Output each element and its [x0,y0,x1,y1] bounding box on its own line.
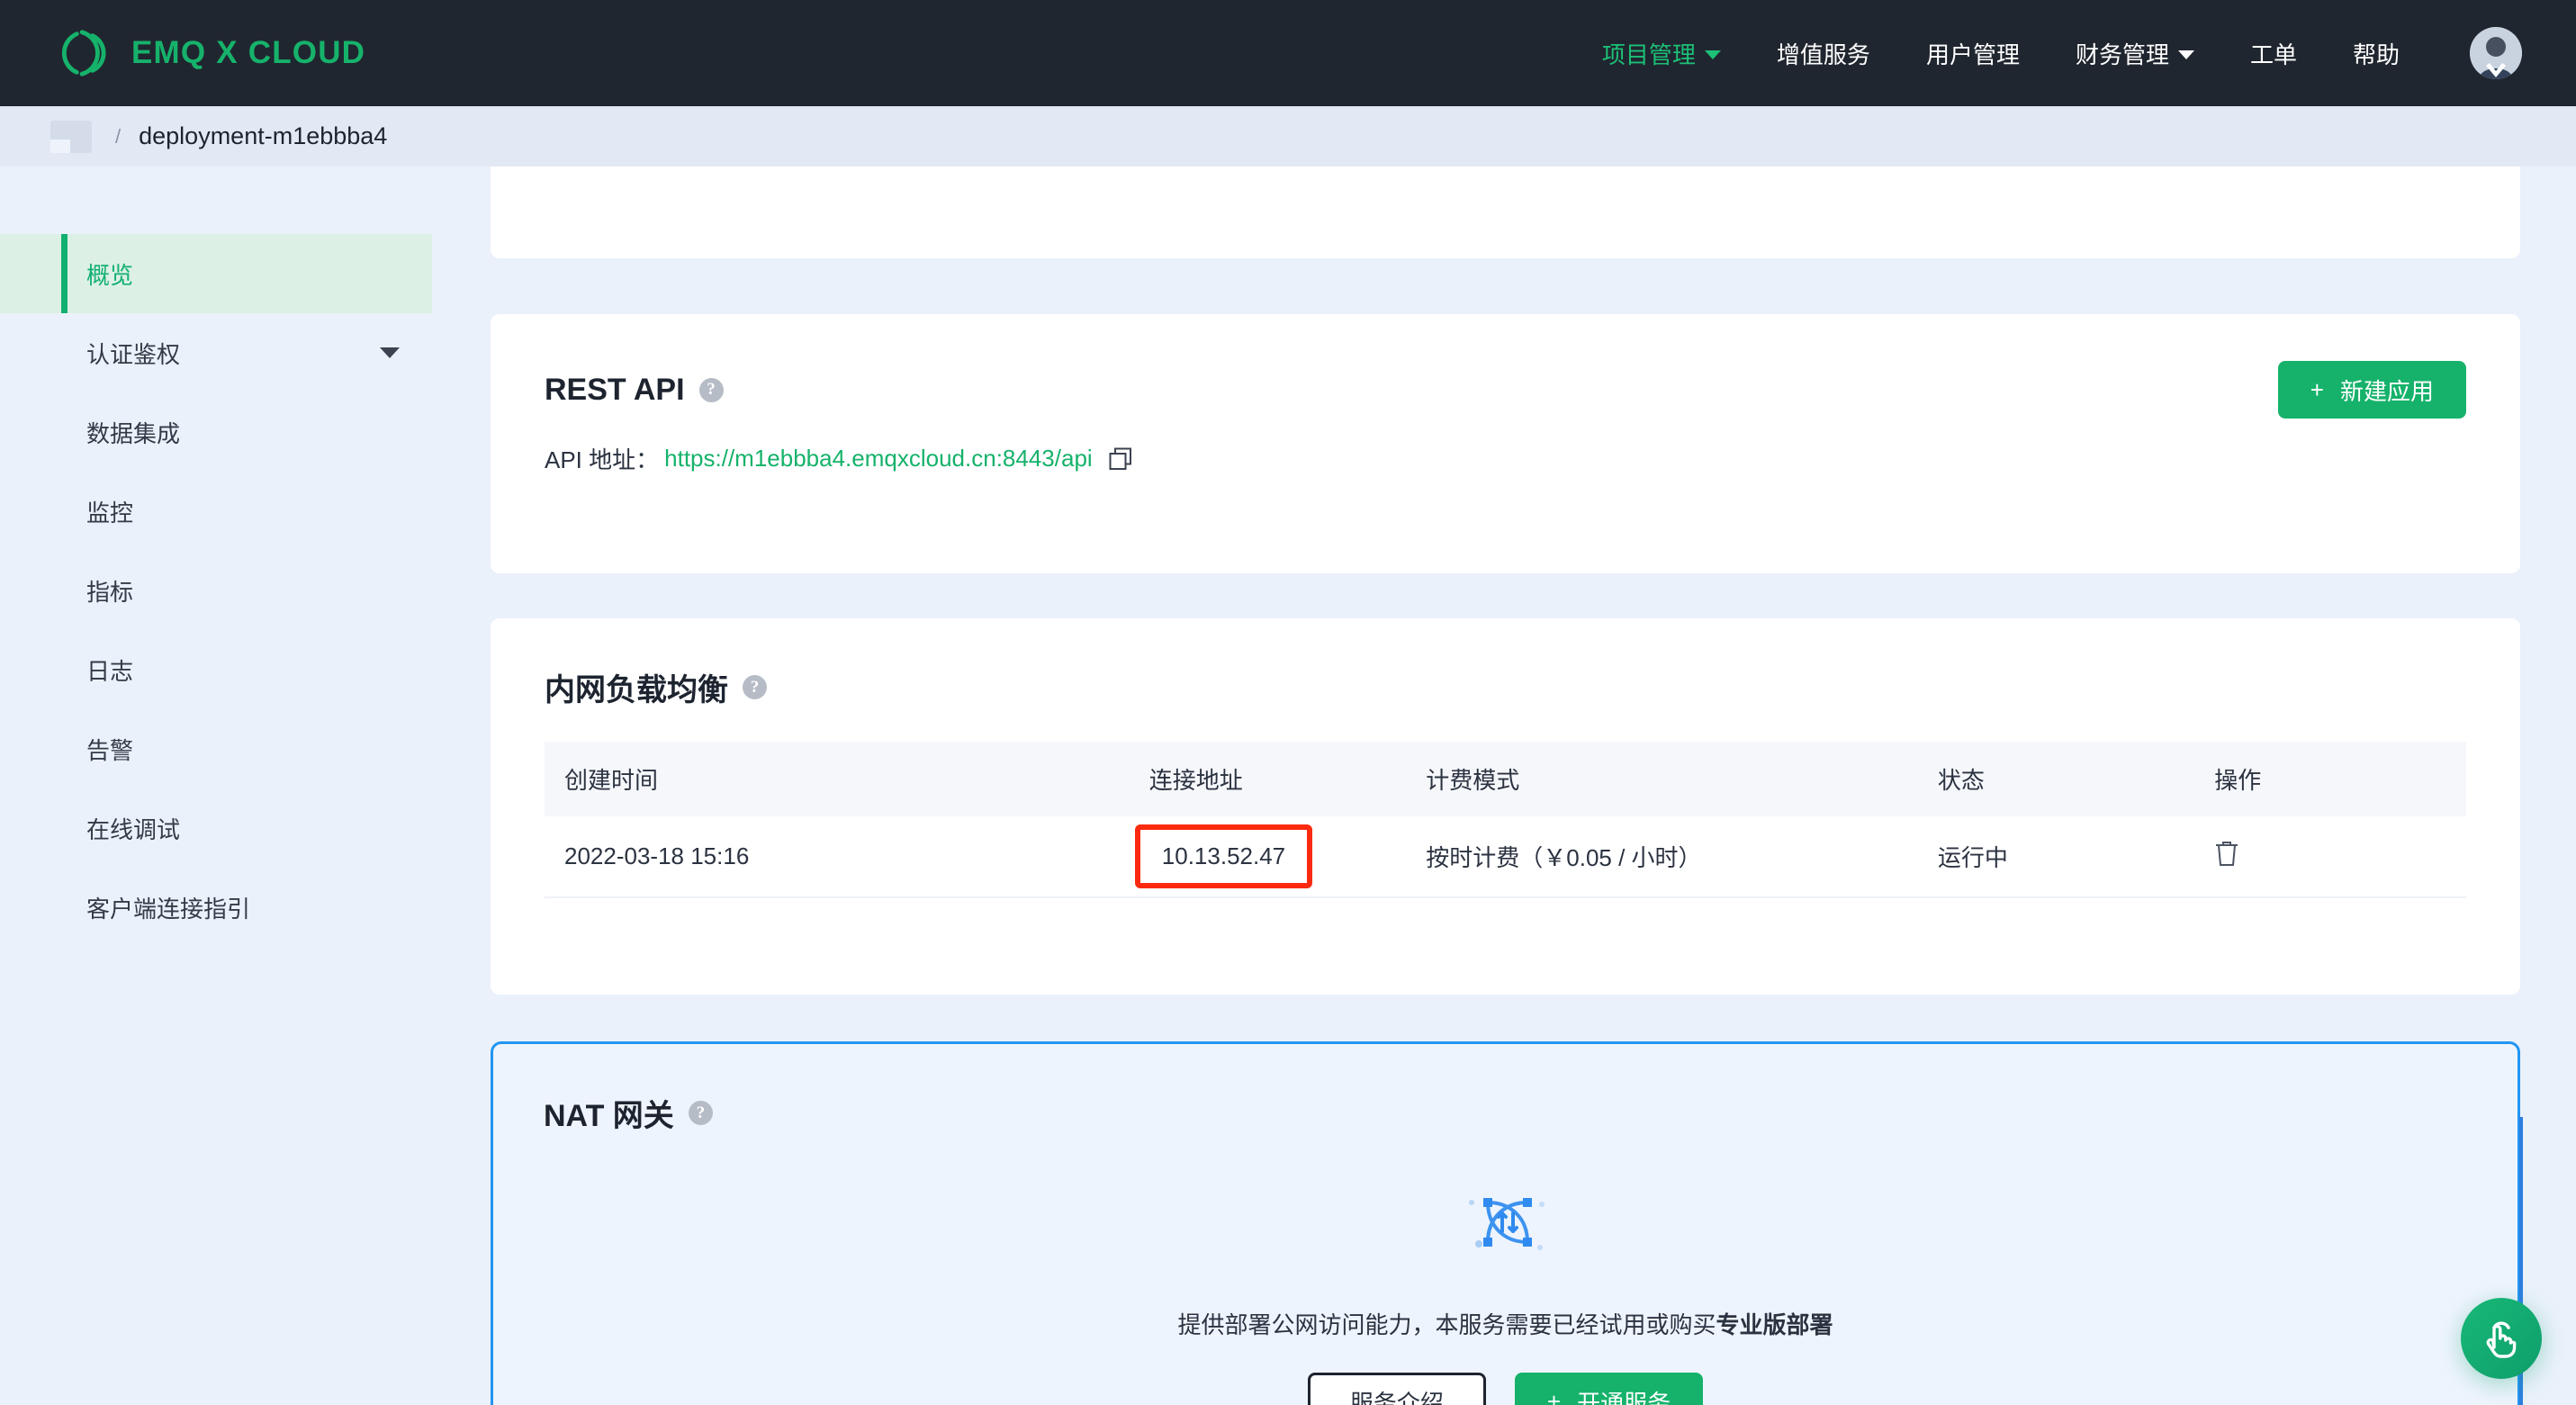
new-application-button[interactable]: + 新建应用 [2278,361,2466,419]
breadcrumb-current: deployment-m1ebbba4 [139,122,387,150]
address-highlight-box[interactable]: 10.13.52.47 [1135,824,1312,888]
sidebar-item-label: 监控 [86,495,133,528]
sidebar-item-label: 指标 [86,574,133,608]
load-balancer-table: 创建时间 连接地址 计费模式 状态 操作 2022-03-18 15:16 10… [545,742,2466,898]
section-title: NAT 网关 [544,1091,674,1135]
chevron-down-icon [380,347,400,358]
nav-item-value-added-services[interactable]: 增值服务 [1777,37,1870,70]
nat-gateway-actions: 服务介绍 + 开通服务 [1308,1373,1703,1405]
nat-network-icon [1457,1179,1554,1271]
enable-service-button[interactable]: + 开通服务 [1515,1373,1703,1405]
copy-icon-glyph [1109,447,1132,471]
sidebar: 概览 认证鉴权 数据集成 监控 指标 日志 告警 在线调试 客户端连接指引 [0,167,432,1405]
brand-name: EMQ X CLOUD [131,35,365,71]
nav-item-projects[interactable]: 项目管理 [1602,37,1721,70]
card-partial-above [491,167,2520,258]
nav-item-label: 用户管理 [1926,37,2020,70]
sidebar-item-label: 日志 [86,653,133,687]
table-header-row: 创建时间 连接地址 计费模式 状态 操作 [545,742,2466,816]
brand-logo-group[interactable]: EMQ X CLOUD [56,25,365,81]
nav-item-tickets[interactable]: 工单 [2250,37,2297,70]
top-navigation-bar: EMQ X CLOUD 项目管理 增值服务 用户管理 财务管理 工单 帮助 [0,0,2576,106]
nav-item-label: 工单 [2250,37,2297,70]
cell-created-at: 2022-03-18 15:16 [545,816,1130,897]
chevron-down-icon [1705,50,1721,59]
cell-actions [2194,816,2466,897]
new-application-label: 新建应用 [2340,374,2434,407]
enable-service-label: 开通服务 [1577,1385,1671,1405]
breadcrumb-separator: / [115,125,121,149]
sidebar-item-data-integration[interactable]: 数据集成 [0,392,432,472]
load-balancer-title-group: 内网负载均衡 ? [545,665,767,709]
service-intro-button[interactable]: 服务介绍 [1308,1373,1486,1405]
cell-status: 运行中 [1918,816,2194,897]
sidebar-item-alarms[interactable]: 告警 [0,709,432,788]
tap-hand-icon [2480,1317,2523,1360]
cell-billing: 按时计费（￥0.05 / 小时） [1406,816,1918,897]
sidebar-item-metrics[interactable]: 指标 [0,551,432,630]
sidebar-item-overview[interactable]: 概览 [0,234,432,313]
column-header-created-at: 创建时间 [545,742,1130,816]
nat-description-emphasis: 专业版部署 [1716,1311,1833,1338]
floating-guide-button[interactable] [2461,1298,2542,1379]
section-title: 内网负载均衡 [545,665,728,709]
column-header-billing: 计费模式 [1406,742,1918,816]
api-address-row: API 地址： https://m1ebbba4.emqxcloud.cn:84… [545,442,1132,475]
page-title: REST API [545,373,685,408]
main-content: REST API ? + 新建应用 API 地址： https://m1ebbb… [432,167,2576,1405]
nat-gateway-description: 提供部署公网访问能力，本服务需要已经试用或购买专业版部署 [1177,1307,1833,1340]
nat-gateway-card: NAT 网关 ? 提供部署公网访问能力，本服务需要已经 [491,1041,2520,1405]
sidebar-item-online-debug[interactable]: 在线调试 [0,788,432,868]
nav-item-label: 增值服务 [1777,37,1870,70]
api-address-label: API 地址： [545,442,659,475]
rest-api-header: REST API ? + 新建应用 [545,361,2466,419]
sidebar-item-label: 在线调试 [86,812,180,845]
sidebar-item-monitoring[interactable]: 监控 [0,472,432,551]
plus-icon: + [1547,1388,1561,1405]
sidebar-item-client-connect-guide[interactable]: 客户端连接指引 [0,868,432,947]
nat-gateway-title-group: NAT 网关 ? [544,1091,713,1135]
user-avatar-icon [2470,27,2522,79]
table-row: 2022-03-18 15:16 10.13.52.47 按时计费（￥0.05 … [545,816,2466,897]
breadcrumb-placeholder-icon [50,121,92,153]
nat-description-text: 提供部署公网访问能力，本服务需要已经试用或购买 [1177,1311,1716,1338]
nav-item-help[interactable]: 帮助 [2353,37,2400,70]
nav-item-user-management[interactable]: 用户管理 [1926,37,2020,70]
help-circle-icon[interactable]: ? [699,378,724,402]
sidebar-item-label: 客户端连接指引 [86,891,250,924]
help-circle-icon[interactable]: ? [743,675,767,699]
column-header-actions: 操作 [2194,742,2466,816]
nat-gateway-empty-state: 提供部署公网访问能力，本服务需要已经试用或购买专业版部署 服务介绍 + 开通服务 [493,1179,2517,1405]
copy-icon[interactable] [1109,447,1132,471]
sidebar-item-label: 概览 [86,257,133,291]
chevron-down-icon [2178,50,2194,59]
cell-address: 10.13.52.47 [1130,816,1406,897]
table-head: 创建时间 连接地址 计费模式 状态 操作 [545,742,2466,816]
load-balancer-card: 内网负载均衡 ? 创建时间 连接地址 计费模式 状态 操作 2022-03-18… [491,618,2520,995]
emqx-logo-icon [56,25,112,81]
breadcrumb: / deployment-m1ebbba4 [0,106,2576,167]
sidebar-item-logs[interactable]: 日志 [0,630,432,709]
nav-item-label: 财务管理 [2076,37,2169,70]
help-circle-icon[interactable]: ? [689,1101,713,1125]
api-address-link[interactable]: https://m1ebbba4.emqxcloud.cn:8443/api [664,445,1093,473]
column-header-address: 连接地址 [1130,742,1406,816]
sidebar-item-auth[interactable]: 认证鉴权 [0,313,432,392]
trash-icon[interactable] [2214,840,2239,867]
main-nav: 项目管理 增值服务 用户管理 财务管理 工单 帮助 [1602,27,2576,79]
sidebar-item-label: 告警 [86,733,133,766]
column-header-status: 状态 [1918,742,2194,816]
avatar[interactable] [2470,27,2522,79]
table-body: 2022-03-18 15:16 10.13.52.47 按时计费（￥0.05 … [545,816,2466,897]
nav-item-billing[interactable]: 财务管理 [2076,37,2194,70]
rest-api-title-group: REST API ? [545,373,724,408]
plus-icon: + [2310,376,2324,404]
trash-icon-glyph [2214,840,2239,867]
sidebar-item-label: 认证鉴权 [86,337,180,370]
nav-item-label: 项目管理 [1602,37,1696,70]
rest-api-card: REST API ? + 新建应用 API 地址： https://m1ebbb… [491,314,2520,573]
nav-item-label: 帮助 [2353,37,2400,70]
sidebar-item-label: 数据集成 [86,416,180,449]
